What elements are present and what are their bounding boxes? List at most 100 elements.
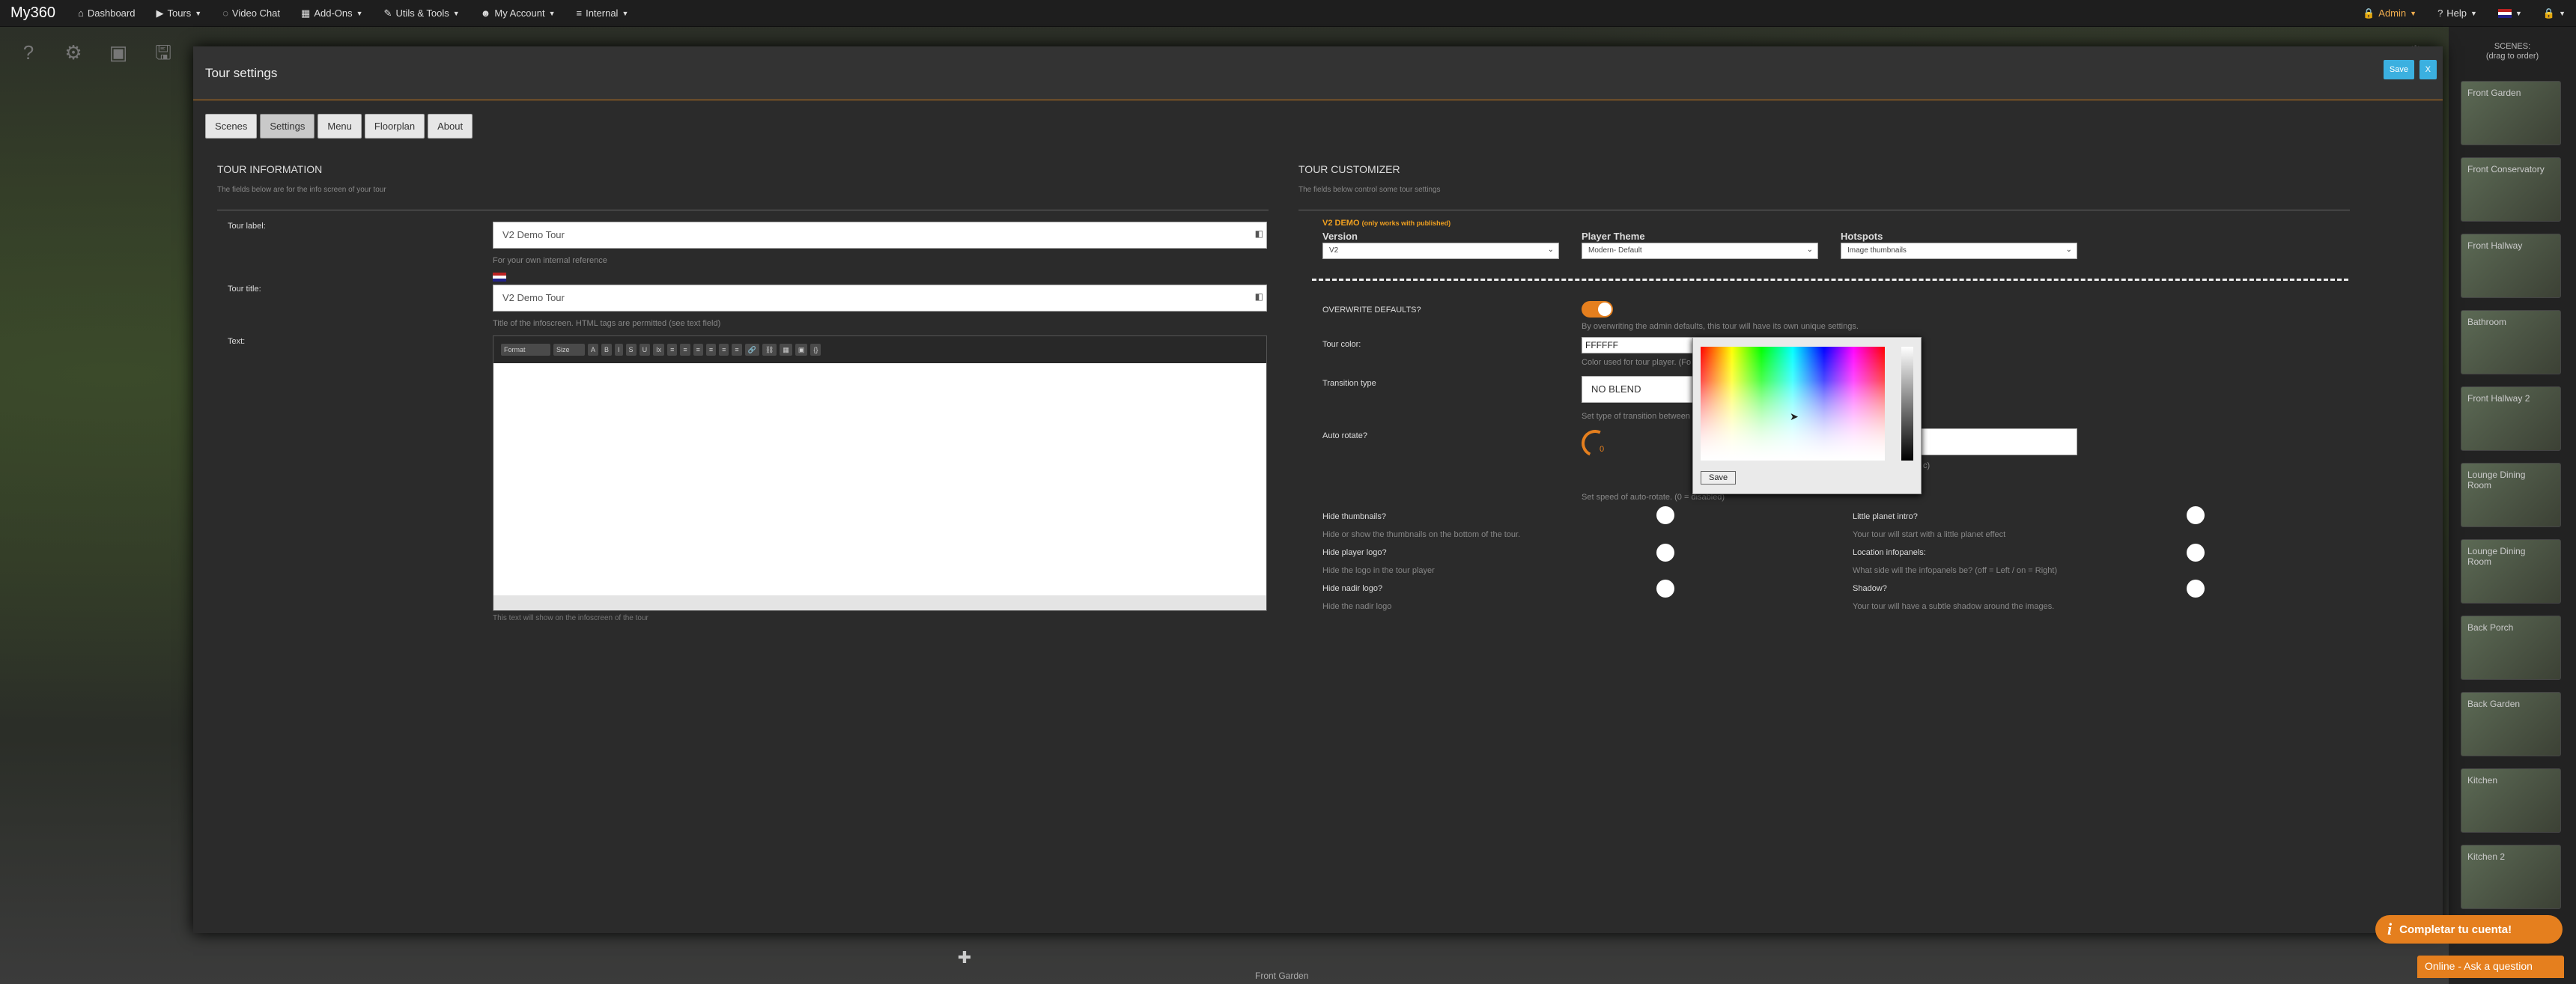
hide-nadir-logo-toggle[interactable] bbox=[1656, 580, 1688, 598]
align-center-button[interactable]: ≡ bbox=[705, 344, 717, 356]
nav-label: Admin bbox=[2378, 7, 2407, 19]
tab-scenes[interactable]: Scenes bbox=[205, 114, 258, 139]
text-color-button[interactable]: A bbox=[588, 344, 599, 356]
chevron-down-icon: ⌄ bbox=[1547, 246, 1554, 254]
scenes-subtitle: (drag to order) bbox=[2485, 52, 2539, 61]
color-input[interactable]: FFFFFF bbox=[1582, 337, 1698, 353]
hide-player-logo-toggle[interactable] bbox=[1656, 544, 1688, 562]
nav-language[interactable]: ▼ bbox=[2488, 0, 2533, 27]
little-planet-toggle[interactable] bbox=[2187, 506, 2218, 524]
nav-internal[interactable]: ≡ Internal ▼ bbox=[565, 0, 639, 27]
text-label: Text: bbox=[228, 337, 246, 346]
italic-button[interactable]: I bbox=[615, 344, 623, 356]
media-button[interactable]: ▣ bbox=[795, 344, 808, 356]
hotspots-value: Image thumbnails bbox=[1847, 246, 1907, 255]
format-dropdown[interactable]: Format bbox=[501, 344, 550, 356]
chat-button[interactable]: Online - Ask a question bbox=[2417, 956, 2564, 978]
scene-thumb[interactable]: Bathroom bbox=[2461, 310, 2561, 374]
brand-logo[interactable]: My360 bbox=[0, 4, 67, 22]
strike-button[interactable]: S bbox=[625, 344, 637, 356]
little-planet-help: Your tour will start with a little plane… bbox=[1853, 530, 2006, 539]
image-icon[interactable]: ▣ bbox=[105, 39, 132, 66]
nav-admin[interactable]: 🔒 Admin ▼ bbox=[2352, 0, 2427, 27]
help-circle-icon[interactable]: ? bbox=[15, 39, 42, 66]
scene-thumb[interactable]: Front Hallway bbox=[2461, 234, 2561, 298]
source-button[interactable]: {} bbox=[810, 344, 821, 356]
infopanels-label: Location infopanels: bbox=[1853, 548, 1926, 557]
save-icon[interactable]: 🖫 bbox=[150, 39, 177, 66]
nav-utils[interactable]: ✎ Utils & Tools ▼ bbox=[374, 0, 470, 27]
translate-icon[interactable]: ◧ bbox=[1255, 291, 1263, 302]
tab-settings[interactable]: Settings bbox=[260, 114, 315, 139]
nav-lock[interactable]: 🔒 ▼ bbox=[2533, 0, 2576, 27]
nav-label: Tours bbox=[167, 7, 192, 19]
chevron-down-icon: ⌄ bbox=[2065, 246, 2072, 254]
caret-down-icon: ▼ bbox=[622, 9, 629, 17]
align-right-button[interactable]: ≡ bbox=[719, 344, 729, 356]
nav-help[interactable]: ? Help ▼ bbox=[2427, 0, 2488, 27]
tab-about[interactable]: About bbox=[428, 114, 473, 139]
image-button[interactable]: ▦ bbox=[780, 344, 792, 356]
scene-label: Front Conservatory bbox=[2467, 164, 2545, 174]
scene-thumb[interactable]: Front Conservatory bbox=[2461, 157, 2561, 222]
nav-addons[interactable]: ▦ Add-Ons ▼ bbox=[291, 0, 374, 27]
home-icon: ⌂ bbox=[78, 7, 84, 19]
scene-thumb[interactable]: Lounge Dining Room bbox=[2461, 463, 2561, 527]
unlink-button[interactable]: ⛓ bbox=[762, 344, 777, 356]
hide-thumbnails-toggle[interactable] bbox=[1656, 506, 1688, 524]
nav-video-chat[interactable]: ◌ Video Chat bbox=[212, 0, 291, 27]
shadow-toggle[interactable] bbox=[2187, 580, 2218, 598]
tour-title-input[interactable]: V2 Demo Tour ◧ bbox=[493, 285, 1267, 312]
scene-thumb[interactable]: Front Garden bbox=[2461, 81, 2561, 145]
tour-label-help: For your own internal reference bbox=[493, 256, 607, 265]
translate-icon[interactable]: ◧ bbox=[1255, 228, 1263, 239]
underline-button[interactable]: U bbox=[639, 344, 651, 356]
caret-down-icon: ▼ bbox=[2559, 9, 2566, 17]
scene-thumb[interactable]: Back Garden bbox=[2461, 692, 2561, 756]
scene-thumb[interactable]: Front Hallway 2 bbox=[2461, 386, 2561, 451]
version-value: V2 bbox=[1329, 246, 1339, 255]
tab-floorplan[interactable]: Floorplan bbox=[364, 114, 425, 139]
complete-account-button[interactable]: i Completar tu cuenta! bbox=[2375, 915, 2563, 944]
nav-label: Internal bbox=[586, 7, 619, 19]
bold-button[interactable]: B bbox=[601, 344, 613, 356]
overwrite-toggle[interactable] bbox=[1582, 301, 1613, 318]
chat-icon: ◌ bbox=[222, 7, 228, 19]
video-icon: ▶ bbox=[156, 7, 164, 19]
nav-tours[interactable]: ▶ Tours ▼ bbox=[145, 0, 212, 27]
theme-select[interactable]: Modern- Default ⌄ bbox=[1582, 243, 1818, 259]
lock-icon: 🔒 bbox=[2363, 7, 2375, 19]
save-button[interactable]: Save bbox=[2383, 60, 2414, 79]
scene-thumb[interactable]: Lounge Dining Room bbox=[2461, 539, 2561, 604]
flag-icon[interactable] bbox=[493, 273, 506, 282]
tour-label-input[interactable]: V2 Demo Tour ◧ bbox=[493, 222, 1267, 249]
remove-format-button[interactable]: Ix bbox=[653, 344, 665, 356]
hotspots-select[interactable]: Image thumbnails ⌄ bbox=[1841, 243, 2077, 259]
bullet-list-button[interactable]: ≡ bbox=[680, 344, 690, 356]
tab-menu[interactable]: Menu bbox=[318, 114, 362, 139]
caret-down-icon: ▼ bbox=[2410, 9, 2417, 17]
link-button[interactable]: 🔗 bbox=[744, 344, 759, 356]
color-hue-slider[interactable] bbox=[1901, 347, 1913, 461]
numbered-list-button[interactable]: ≡ bbox=[667, 344, 678, 356]
nav-my-account[interactable]: ☻ My Account ▼ bbox=[470, 0, 566, 27]
nav-label: Video Chat bbox=[231, 7, 281, 19]
justify-button[interactable]: ≡ bbox=[732, 344, 742, 356]
scene-thumb[interactable]: Kitchen bbox=[2461, 768, 2561, 833]
scene-thumb[interactable]: Back Porch bbox=[2461, 616, 2561, 680]
autorotate-input[interactable] bbox=[1916, 428, 2077, 455]
customizer-subtitle: The fields below control some tour setti… bbox=[1298, 186, 1441, 194]
version-label: Version bbox=[1322, 231, 1358, 242]
scene-thumb[interactable]: Kitchen 2 bbox=[2461, 845, 2561, 909]
nav-dashboard[interactable]: ⌂ Dashboard bbox=[67, 0, 145, 27]
version-select[interactable]: V2 ⌄ bbox=[1322, 243, 1559, 259]
add-icon[interactable]: ✚ bbox=[950, 948, 979, 971]
size-dropdown[interactable]: Size bbox=[553, 344, 585, 356]
close-button[interactable]: X bbox=[2419, 60, 2437, 79]
align-left-button[interactable]: ≡ bbox=[693, 344, 703, 356]
rich-text-editor[interactable]: Format Size A B I S U Ix ≡ ≡ ≡ ≡ ≡ ≡ 🔗 ⛓… bbox=[493, 335, 1267, 611]
infopanels-toggle[interactable] bbox=[2187, 544, 2218, 562]
color-saturation-field[interactable] bbox=[1701, 347, 1885, 461]
color-picker-save-button[interactable]: Save bbox=[1701, 471, 1737, 485]
settings-icon[interactable]: ⚙ bbox=[60, 39, 87, 66]
